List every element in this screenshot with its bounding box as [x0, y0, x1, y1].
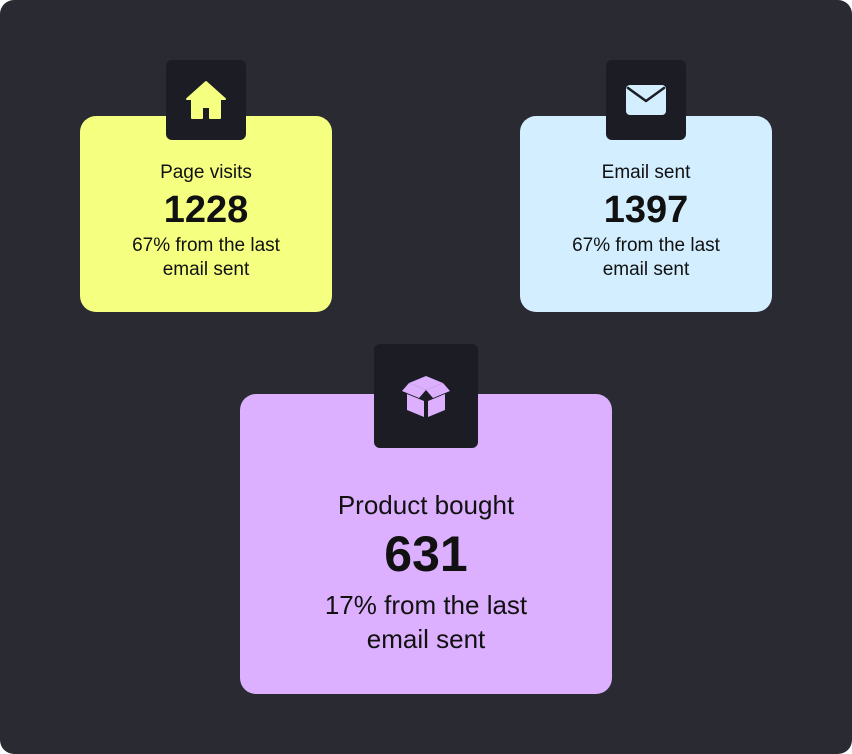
email-sent-card: Email sent 1397 67% from the last email … — [520, 116, 772, 312]
email-sent-subtext: 67% from the last email sent — [572, 235, 720, 280]
page-visits-value: 1228 — [163, 189, 249, 231]
page-visits-card: Page visits 1228 67% from the last email… — [80, 116, 332, 312]
page-visits-label: Page visits — [160, 162, 252, 183]
envelope-icon — [626, 85, 666, 115]
box-icon — [402, 376, 450, 417]
product-bought-subtext: 17% from the last email sent — [324, 590, 528, 654]
page-visits-subtext: 67% from the last email sent — [132, 235, 280, 280]
dashboard-canvas: Page visits 1228 67% from the last email… — [0, 0, 852, 754]
page-visits-icon-tile — [166, 60, 246, 140]
email-sent-label: Email sent — [601, 162, 691, 183]
email-sent-icon-tile — [606, 60, 686, 140]
product-bought-icon-tile — [374, 344, 478, 448]
home-icon — [186, 81, 226, 119]
product-bought-value: 631 — [384, 526, 468, 582]
product-bought-label: Product bought — [337, 490, 515, 520]
email-sent-value: 1397 — [603, 189, 689, 231]
